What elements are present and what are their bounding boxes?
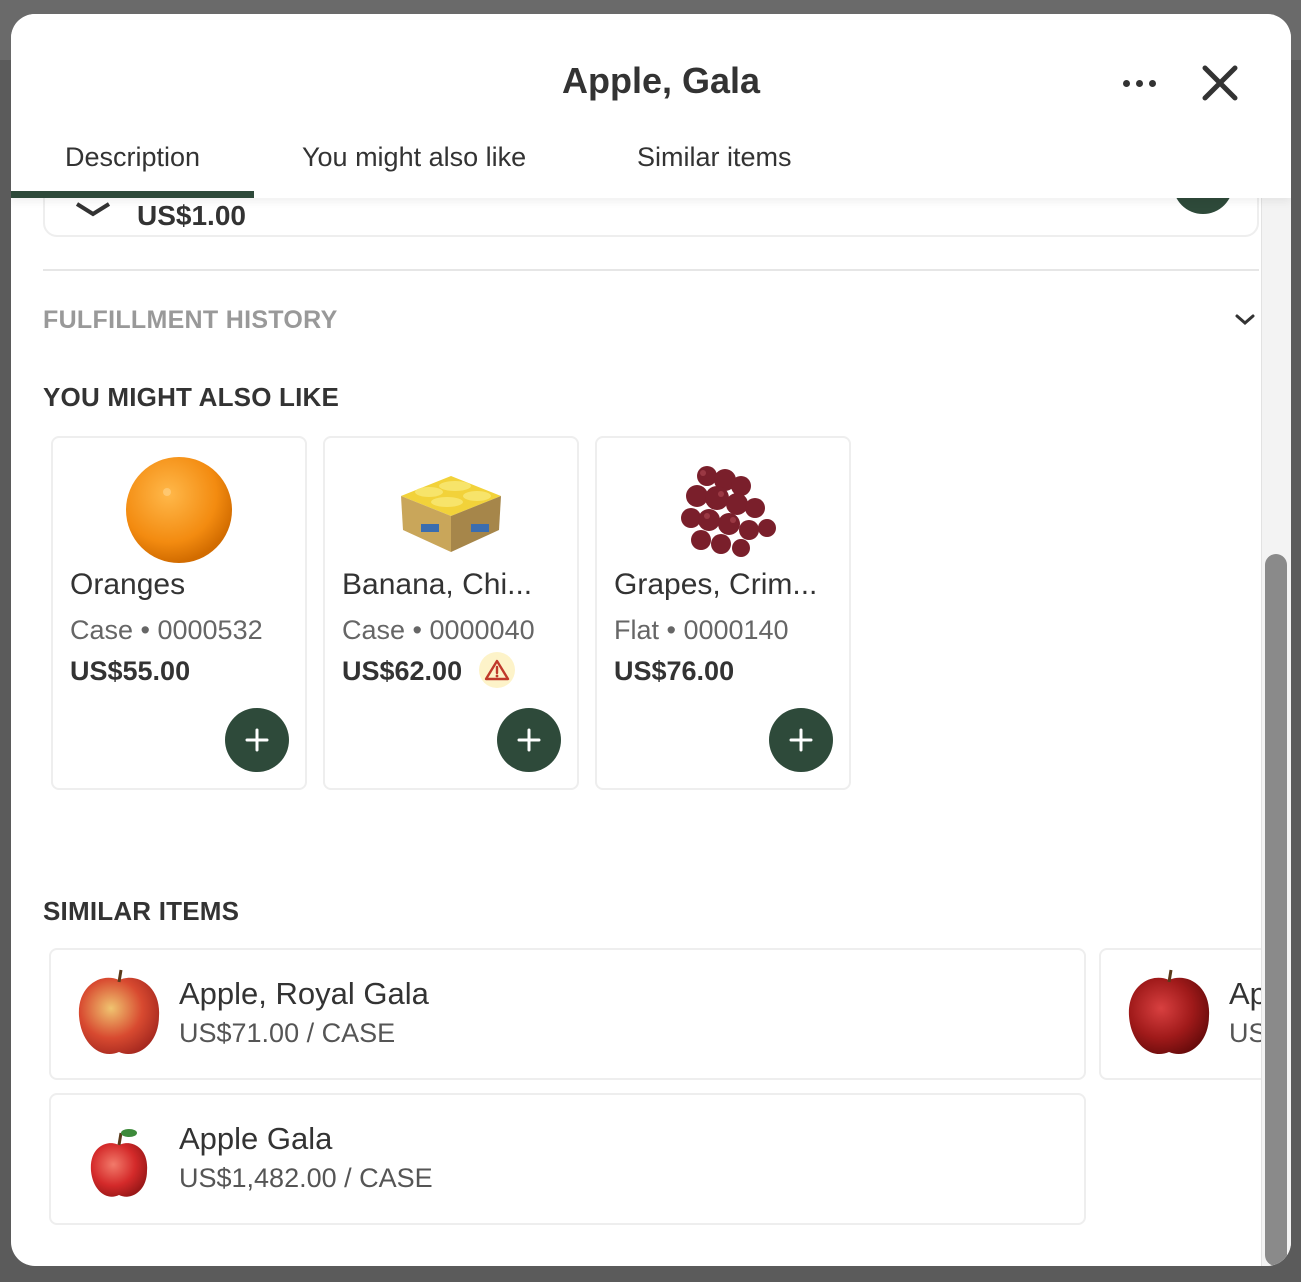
banana-box-image bbox=[401, 476, 501, 552]
product-price: US$55.00 bbox=[70, 656, 191, 686]
more-horizontal-icon bbox=[1122, 79, 1130, 87]
similar-items-title: SIMILAR ITEMS bbox=[43, 896, 240, 926]
similar-item-name: Apple, Royal Gala bbox=[179, 976, 429, 1011]
more-options-button[interactable] bbox=[1117, 68, 1161, 98]
previous-price: US$1.00 bbox=[137, 200, 246, 231]
add-to-cart-button[interactable] bbox=[225, 708, 289, 772]
tab-similar-items[interactable]: Similar items bbox=[637, 136, 792, 198]
tab-bar: Description You might also like Similar … bbox=[11, 136, 1291, 198]
modal-header: Apple, Gala Description You might also l… bbox=[11, 14, 1291, 198]
product-card[interactable]: Banana, Chi... Case • 0000040 US$62.00 bbox=[323, 436, 579, 790]
warning-icon bbox=[484, 659, 510, 681]
apple-image bbox=[90, 1129, 148, 1197]
product-price: US$62.00 bbox=[342, 656, 463, 686]
product-card[interactable]: Oranges Case • 0000532 US$55.00 bbox=[51, 436, 307, 790]
warning-badge[interactable] bbox=[479, 652, 515, 688]
similar-item-price: US$71.00 / CASE bbox=[179, 1018, 396, 1048]
apple-image bbox=[78, 969, 160, 1055]
similar-item-price: US$1,482.00 / CASE bbox=[179, 1163, 433, 1193]
modal-title: Apple, Gala bbox=[561, 60, 761, 101]
add-to-cart-button[interactable] bbox=[769, 708, 833, 772]
product-name: Banana, Chi... bbox=[342, 568, 533, 601]
scrollbar-thumb[interactable] bbox=[1265, 554, 1287, 1266]
similar-item-name: Apple Gala bbox=[179, 1121, 333, 1156]
fulfillment-history-title[interactable]: FULFILLMENT HISTORY bbox=[43, 306, 338, 335]
product-price: US$76.00 bbox=[614, 656, 735, 686]
chevron-down-icon[interactable] bbox=[1233, 310, 1257, 330]
product-name: Grapes, Crim... bbox=[614, 568, 818, 601]
product-meta: Flat • 0000140 bbox=[614, 615, 789, 645]
apple-image bbox=[1128, 969, 1210, 1055]
similar-item-card[interactable]: Apple Gala US$1,482.00 / CASE bbox=[49, 1093, 1086, 1225]
truck-icon bbox=[75, 202, 111, 217]
divider bbox=[43, 269, 1259, 271]
plus-icon bbox=[789, 728, 813, 752]
close-icon[interactable] bbox=[1197, 60, 1243, 106]
similar-item-card[interactable]: Apple, Royal Gala US$71.00 / CASE bbox=[49, 948, 1086, 1080]
grapes-image bbox=[681, 466, 776, 557]
tab-description[interactable]: Description bbox=[11, 136, 254, 198]
modal-content: US$1.00 FULFILLMENT HISTORY YOU MIGHT AL… bbox=[11, 14, 1291, 1266]
orange-image bbox=[126, 457, 232, 563]
tab-you-might-also-like[interactable]: You might also like bbox=[302, 136, 526, 198]
add-to-cart-button[interactable] bbox=[497, 708, 561, 772]
product-detail-modal: US$1.00 FULFILLMENT HISTORY YOU MIGHT AL… bbox=[11, 14, 1291, 1266]
plus-icon bbox=[245, 728, 269, 752]
product-name: Oranges bbox=[70, 568, 186, 601]
you-might-also-like-title: YOU MIGHT ALSO LIKE bbox=[43, 382, 340, 412]
plus-icon bbox=[517, 728, 541, 752]
product-meta: Case • 0000532 bbox=[70, 615, 263, 645]
product-meta: Case • 0000040 bbox=[342, 615, 535, 645]
product-card[interactable]: Grapes, Crim... Flat • 0000140 US$76.00 bbox=[595, 436, 851, 790]
